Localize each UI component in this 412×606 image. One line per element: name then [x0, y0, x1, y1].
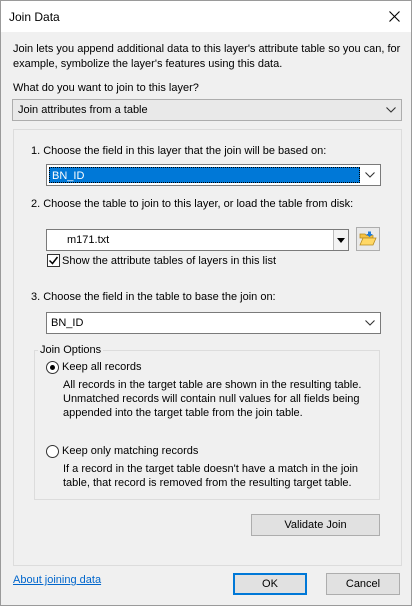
join-type-dropdown[interactable]: Join attributes from a table — [12, 99, 402, 121]
show-attribute-tables-label: Show the attribute tables of layers in t… — [62, 255, 276, 267]
chevron-down-icon — [360, 313, 380, 333]
title-bar: Join Data — [1, 1, 411, 32]
window-title: Join Data — [9, 10, 60, 24]
step2-label: 2. Choose the table to join to this laye… — [31, 198, 354, 210]
keep-all-records-radio[interactable] — [46, 361, 59, 374]
join-options-legend: Join Options — [38, 344, 104, 356]
step3-label: 3. Choose the field in the table to base… — [31, 291, 276, 303]
checkmark-icon — [48, 256, 59, 265]
chevron-down-icon — [360, 165, 380, 185]
cancel-button[interactable]: Cancel — [326, 573, 400, 595]
browse-table-button[interactable] — [356, 227, 380, 251]
folder-open-icon — [359, 231, 377, 246]
keep-matching-records-description: If a record in the target table doesn't … — [63, 463, 359, 489]
radio-selected-dot — [50, 365, 55, 370]
layer-field-value: BN_ID — [52, 170, 85, 182]
keep-all-records-label: Keep all records — [62, 361, 142, 373]
keep-matching-records-label: Keep only matching records — [62, 445, 199, 457]
join-type-question: What do you want to join to this layer? — [13, 82, 199, 94]
join-type-value: Join attributes from a table — [18, 104, 148, 116]
validate-join-button[interactable]: Validate Join — [251, 514, 380, 536]
step1-label: 1. Choose the field in this layer that t… — [31, 145, 327, 157]
layer-field-selection: BN_ID — [49, 167, 360, 183]
about-joining-data-link[interactable]: About joining data — [13, 574, 101, 586]
join-data-dialog: Join Data Join lets you append additiona… — [0, 0, 412, 606]
join-field-dropdown[interactable]: BN_ID — [46, 312, 381, 334]
chevron-down-icon — [333, 230, 348, 250]
close-button[interactable] — [377, 1, 411, 32]
show-attribute-tables-checkbox[interactable] — [47, 254, 60, 267]
join-field-value: BN_ID — [51, 317, 84, 329]
join-table-dropdown[interactable]: m171.txt — [46, 229, 349, 251]
close-icon — [388, 11, 400, 22]
chevron-down-icon — [381, 100, 401, 120]
join-table-value: m171.txt — [67, 234, 110, 246]
keep-matching-records-radio[interactable] — [46, 445, 59, 458]
layer-field-dropdown[interactable]: BN_ID — [46, 164, 381, 186]
ok-button[interactable]: OK — [233, 573, 307, 595]
dialog-description: Join lets you append additional data to … — [13, 43, 401, 70]
keep-all-records-description: All records in the target table are show… — [63, 379, 362, 419]
